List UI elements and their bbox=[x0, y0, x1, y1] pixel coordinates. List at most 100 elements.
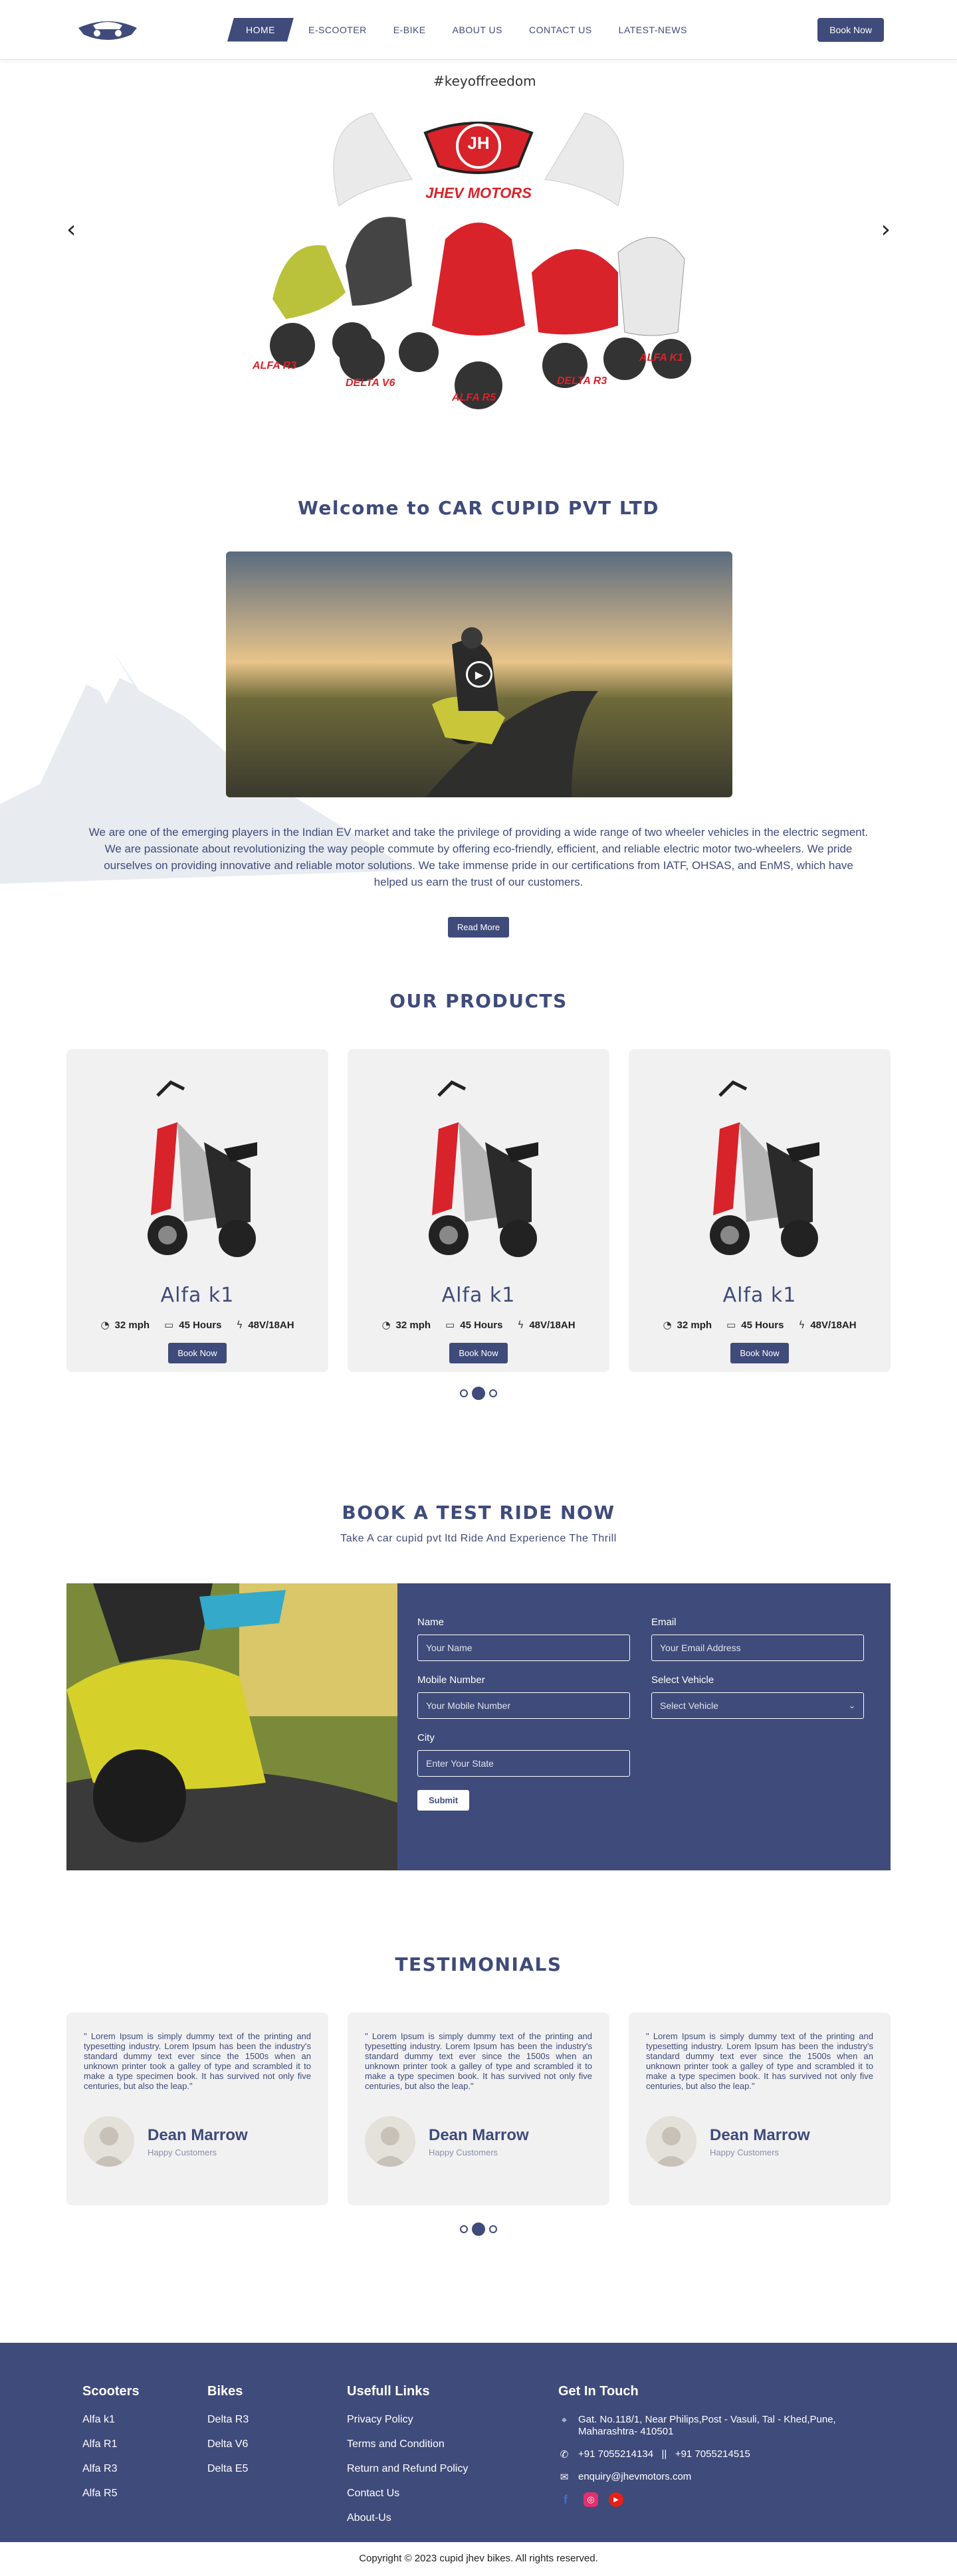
footer-link[interactable]: Return and Refund Policy bbox=[347, 2463, 558, 2475]
testimonial-card: " Lorem Ipsum is simply dummy text of th… bbox=[66, 2013, 328, 2205]
avatar bbox=[365, 2116, 415, 2167]
footer-link[interactable]: Privacy Policy bbox=[347, 2414, 558, 2426]
testimonial-role: Happy Customers bbox=[429, 2147, 498, 2157]
speedometer-icon: ◔ bbox=[100, 1319, 110, 1331]
battery-icon: ▭ bbox=[445, 1319, 455, 1331]
footer-useful-title: Usefull Links bbox=[347, 2384, 430, 2399]
testimonial-role: Happy Customers bbox=[148, 2147, 217, 2157]
footer-bikes: Bikes Delta R3 Delta V6 Delta E5 bbox=[207, 2384, 347, 2542]
testimonial-quote: " Lorem Ipsum is simply dummy text of th… bbox=[646, 2031, 873, 2091]
nav-e-scooter[interactable]: E-SCOOTER bbox=[295, 18, 380, 42]
instagram-icon[interactable]: ◎ bbox=[584, 2492, 598, 2507]
avatar bbox=[646, 2116, 696, 2167]
footer-contact-title: Get In Touch bbox=[558, 2384, 639, 2399]
vehicle-select[interactable]: Select Vehicle ⌄ bbox=[651, 1692, 864, 1719]
nav-home[interactable]: HOME bbox=[227, 17, 294, 42]
site-footer: Scooters Alfa k1 Alfa R1 Alfa R3 Alfa R5… bbox=[0, 2343, 957, 2542]
footer-useful-links: Usefull Links Privacy Policy Terms and C… bbox=[347, 2384, 558, 2542]
testimonials-section: TESTIMONIALS " Lorem Ipsum is simply dum… bbox=[0, 1953, 957, 2343]
lightning-icon: ϟ bbox=[798, 1319, 805, 1331]
product-image bbox=[429, 1080, 538, 1257]
footer-link[interactable]: About-Us bbox=[347, 2512, 558, 2524]
read-more-button[interactable]: Read More bbox=[447, 917, 510, 938]
nav-e-bike[interactable]: E-BIKE bbox=[380, 18, 439, 42]
footer-link[interactable]: Delta V6 bbox=[207, 2438, 347, 2450]
battery-icon: ▭ bbox=[726, 1319, 736, 1331]
carousel-dot[interactable] bbox=[460, 2225, 468, 2233]
model-label-delta-v6: DELTA V6 bbox=[346, 377, 395, 389]
test-ride-subtitle: Take A car cupid pvt ltd Ride And Experi… bbox=[340, 1533, 617, 1544]
footer-link[interactable]: Terms and Condition bbox=[347, 2438, 558, 2450]
carousel-dot-active[interactable] bbox=[472, 2223, 485, 2236]
product-hours: 45 Hours bbox=[741, 1319, 784, 1331]
product-image bbox=[710, 1080, 819, 1257]
mobile-field[interactable]: Your Mobile Number bbox=[417, 1692, 630, 1719]
logo[interactable] bbox=[73, 11, 142, 49]
product-speed: 32 mph bbox=[395, 1319, 431, 1331]
footer-link[interactable]: Contact Us bbox=[347, 2488, 558, 2500]
hero-badge: JH bbox=[467, 133, 490, 153]
model-label-alfa-r3: ALFA R3 bbox=[253, 360, 297, 371]
chevron-left-icon[interactable]: ‹ bbox=[66, 216, 76, 243]
welcome-video[interactable]: ▶ bbox=[226, 551, 732, 797]
carousel-dot[interactable] bbox=[489, 1389, 497, 1397]
footer-address: Gat. No.118/1, Near Philips,Post - Vasul… bbox=[578, 2414, 836, 2437]
name-field[interactable]: Your Name bbox=[417, 1635, 630, 1661]
products-title: OUR PRODUCTS bbox=[389, 990, 568, 1012]
test-ride-image bbox=[66, 1583, 397, 1870]
site-header: HOME E-SCOOTER E-BIKE ABOUT US CONTACT U… bbox=[0, 0, 957, 60]
product-book-now-button[interactable]: Book Now bbox=[730, 1343, 789, 1363]
test-ride-section: BOOK A TEST RIDE NOW Take A car cupid pv… bbox=[0, 1502, 957, 1953]
footer-link[interactable]: Alfa k1 bbox=[82, 2414, 207, 2426]
facebook-icon[interactable]: f bbox=[558, 2492, 573, 2507]
mobile-label: Mobile Number bbox=[417, 1674, 485, 1686]
footer-link[interactable]: Alfa R1 bbox=[82, 2438, 207, 2450]
footer-link[interactable]: Delta R3 bbox=[207, 2414, 347, 2426]
vehicle-select-value: Select Vehicle bbox=[660, 1700, 718, 1711]
book-now-button[interactable]: Book Now bbox=[817, 17, 884, 42]
youtube-icon[interactable]: ▶ bbox=[609, 2492, 623, 2507]
main-nav: HOME E-SCOOTER E-BIKE ABOUT US CONTACT U… bbox=[227, 17, 700, 42]
city-field[interactable]: Enter Your State bbox=[417, 1750, 630, 1777]
footer-link[interactable]: Delta E5 bbox=[207, 2463, 347, 2475]
lightning-icon: ϟ bbox=[517, 1319, 524, 1331]
nav-latest-news[interactable]: LATEST-NEWS bbox=[605, 18, 700, 42]
footer-link[interactable]: Alfa R3 bbox=[82, 2463, 207, 2475]
products-section: OUR PRODUCTS Alfa k1 ◔ 32 mph ▭ 45 Hours ϟ… bbox=[0, 990, 957, 1502]
welcome-section: Welcome to CAR CUPID PVT LTD ▶ We are on… bbox=[0, 432, 957, 990]
testimonials-title: TESTIMONIALS bbox=[395, 1953, 562, 1975]
chevron-down-icon: ⌄ bbox=[848, 1701, 855, 1710]
footer-email[interactable]: enquiry@jhevmotors.com bbox=[578, 2471, 691, 2482]
testimonials-carousel-dots bbox=[0, 2223, 957, 2236]
carousel-dot[interactable] bbox=[489, 2225, 497, 2233]
product-name: Alfa k1 bbox=[722, 1284, 797, 1307]
footer-scooters-title: Scooters bbox=[82, 2384, 140, 2399]
testimonial-role: Happy Customers bbox=[710, 2147, 780, 2157]
product-card[interactable]: Alfa k1 ◔ 32 mph ▭ 45 Hours ϟ 48V/18AH Book… bbox=[66, 1049, 328, 1372]
phone-icon: ✆ bbox=[560, 2448, 569, 2460]
testimonial-card: " Lorem Ipsum is simply dummy text of th… bbox=[348, 2013, 609, 2205]
carousel-dot[interactable] bbox=[460, 1389, 468, 1397]
product-book-now-button[interactable]: Book Now bbox=[449, 1343, 508, 1363]
play-icon[interactable]: ▶ bbox=[466, 661, 492, 688]
product-name: Alfa k1 bbox=[160, 1284, 235, 1307]
hero-hashtag: #keyoffreedom bbox=[433, 73, 536, 89]
submit-button[interactable]: Submit bbox=[417, 1790, 469, 1811]
product-book-now-button[interactable]: Book Now bbox=[168, 1343, 227, 1363]
footer-link[interactable]: Alfa R5 bbox=[82, 2488, 207, 2500]
mail-icon: ✉ bbox=[560, 2471, 569, 2483]
product-card[interactable]: Alfa k1 ◔ 32 mph ▭ 45 Hours ϟ 48V/18AH Book… bbox=[629, 1049, 891, 1372]
nav-about-us[interactable]: ABOUT US bbox=[439, 18, 516, 42]
testimonial-name: Dean Marrow bbox=[429, 2126, 529, 2144]
model-label-delta-r3: DELTA R3 bbox=[557, 375, 607, 387]
product-speed: 32 mph bbox=[114, 1319, 150, 1331]
product-card[interactable]: Alfa k1 ◔ 32 mph ▭ 45 Hours ϟ 48V/18AH Book… bbox=[348, 1049, 609, 1372]
footer-contact: Get In Touch ⌖ Gat. No.118/1, Near Philip… bbox=[558, 2384, 871, 2542]
product-battery: 48V/18AH bbox=[529, 1319, 576, 1331]
testimonial-name: Dean Marrow bbox=[710, 2126, 810, 2144]
carousel-dot-active[interactable] bbox=[472, 1387, 485, 1400]
footer-bikes-title: Bikes bbox=[207, 2384, 243, 2399]
chevron-right-icon[interactable]: › bbox=[881, 216, 891, 243]
email-field[interactable]: Your Email Address bbox=[651, 1635, 864, 1661]
nav-contact-us[interactable]: CONTACT US bbox=[516, 18, 605, 42]
